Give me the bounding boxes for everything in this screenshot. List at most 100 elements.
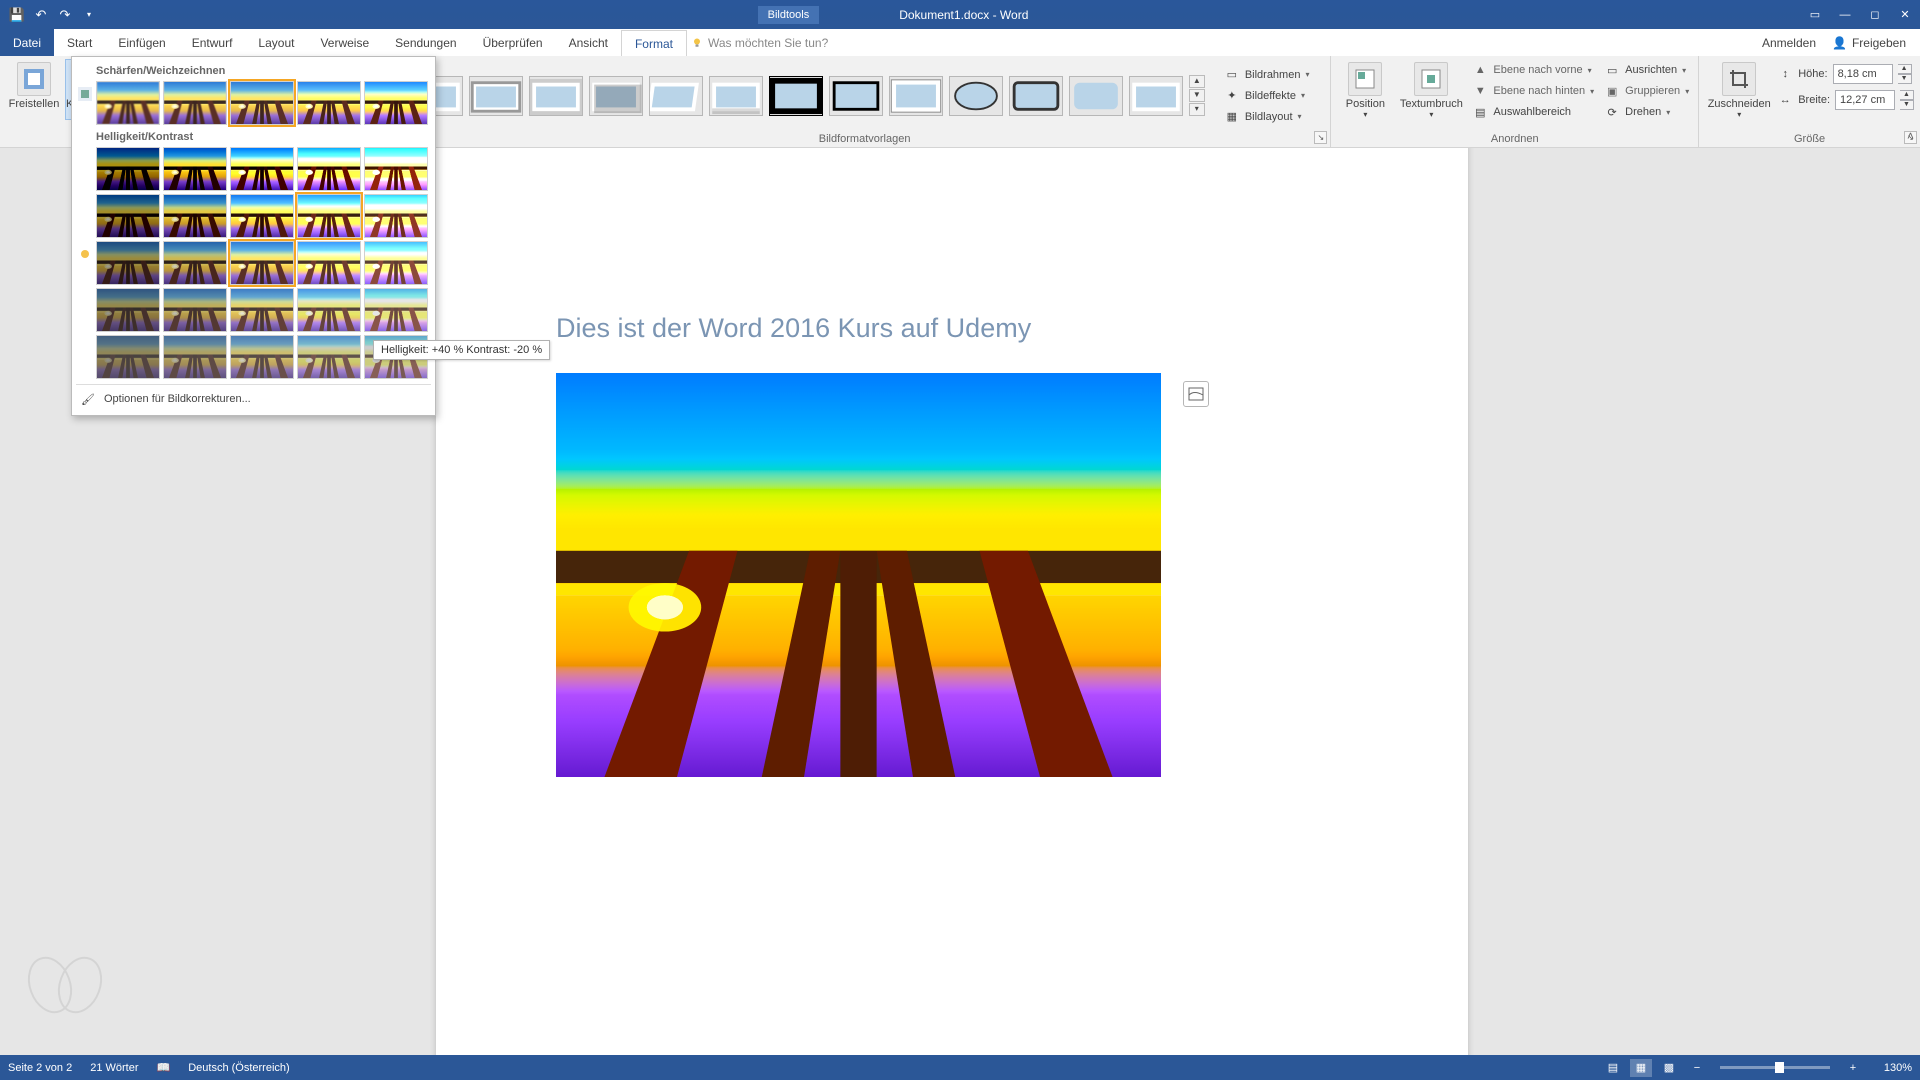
print-layout-icon[interactable]: ▦ bbox=[1630, 1059, 1652, 1077]
picture-corrections-options[interactable]: 🖌 Optionen für Bildkorrekturen... bbox=[76, 384, 431, 413]
share-button[interactable]: 👤 Freigeben bbox=[1832, 36, 1906, 50]
correction-thumb[interactable] bbox=[163, 81, 227, 125]
undo-icon[interactable]: ↶ bbox=[30, 4, 52, 26]
correction-thumb[interactable] bbox=[297, 241, 361, 285]
width-field[interactable]: ↔ Breite: 12,27 cm ▲▼ bbox=[1777, 90, 1914, 110]
correction-thumb[interactable] bbox=[230, 335, 294, 379]
redo-icon[interactable]: ↷ bbox=[54, 4, 76, 26]
correction-thumb[interactable] bbox=[364, 288, 428, 332]
tab-start[interactable]: Start bbox=[54, 29, 105, 56]
zoom-value[interactable]: 130% bbox=[1870, 1062, 1912, 1074]
style-thumb[interactable] bbox=[889, 76, 943, 116]
tab-file[interactable]: Datei bbox=[0, 29, 54, 56]
close-icon[interactable]: ✕ bbox=[1890, 0, 1920, 29]
height-input[interactable]: 8,18 cm bbox=[1833, 64, 1893, 84]
style-thumb[interactable] bbox=[649, 76, 703, 116]
tab-review[interactable]: Überprüfen bbox=[470, 29, 556, 56]
save-icon[interactable]: 💾 bbox=[6, 4, 28, 26]
height-field[interactable]: ↕ Höhe: 8,18 cm ▲▼ bbox=[1777, 64, 1914, 84]
correction-thumb[interactable] bbox=[163, 147, 227, 191]
style-thumb[interactable] bbox=[769, 76, 823, 116]
correction-thumb[interactable] bbox=[297, 194, 361, 238]
picture-styles-gallery[interactable]: ▲ ▼ ▾ bbox=[405, 71, 1209, 120]
correction-thumb[interactable] bbox=[297, 81, 361, 125]
style-thumb[interactable] bbox=[829, 76, 883, 116]
styles-scroll-up[interactable]: ▲ bbox=[1189, 75, 1205, 88]
correction-thumb[interactable] bbox=[96, 241, 160, 285]
correction-thumb[interactable] bbox=[96, 194, 160, 238]
zoom-out-button[interactable]: − bbox=[1686, 1059, 1708, 1077]
tab-format[interactable]: Format bbox=[621, 30, 687, 57]
selection-pane-button[interactable]: ▤Auswahlbereich bbox=[1469, 102, 1597, 122]
headline-text[interactable]: Dies ist der Word 2016 Kurs auf Udemy bbox=[556, 313, 1031, 344]
correction-thumb[interactable] bbox=[230, 147, 294, 191]
send-backward-button[interactable]: ▼Ebene nach hinten bbox=[1469, 81, 1597, 101]
remove-background-button[interactable]: Freistellen bbox=[6, 60, 62, 110]
tab-view[interactable]: Ansicht bbox=[556, 29, 621, 56]
status-language[interactable]: Deutsch (Österreich) bbox=[188, 1062, 289, 1074]
zoom-in-button[interactable]: + bbox=[1842, 1059, 1864, 1077]
correction-thumb[interactable] bbox=[364, 81, 428, 125]
minimize-icon[interactable]: — bbox=[1830, 0, 1860, 29]
correction-thumb[interactable] bbox=[96, 147, 160, 191]
styles-more[interactable]: ▾ bbox=[1189, 103, 1205, 116]
style-thumb[interactable] bbox=[1129, 76, 1183, 116]
ribbon-display-icon[interactable]: ▭ bbox=[1800, 0, 1830, 29]
height-spinner[interactable]: ▲▼ bbox=[1898, 64, 1912, 84]
page[interactable]: Dies ist der Word 2016 Kurs auf Udemy bbox=[436, 148, 1468, 1055]
tab-design[interactable]: Entwurf bbox=[179, 29, 246, 56]
maximize-icon[interactable]: ◻ bbox=[1860, 0, 1890, 29]
correction-thumb[interactable] bbox=[297, 335, 361, 379]
style-thumb[interactable] bbox=[529, 76, 583, 116]
style-thumb[interactable] bbox=[589, 76, 643, 116]
correction-thumb[interactable] bbox=[96, 288, 160, 332]
picture-effects-button[interactable]: ✦Bildeffekte bbox=[1221, 86, 1313, 106]
correction-thumb[interactable] bbox=[364, 194, 428, 238]
tab-insert[interactable]: Einfügen bbox=[105, 29, 178, 56]
qat-customize-icon[interactable] bbox=[78, 4, 100, 26]
wrap-text-button[interactable]: Textumbruch▾ bbox=[1397, 60, 1465, 119]
group-button[interactable]: ▣Gruppieren bbox=[1601, 81, 1692, 101]
correction-thumb[interactable] bbox=[163, 288, 227, 332]
style-thumb[interactable] bbox=[709, 76, 763, 116]
correction-thumb[interactable] bbox=[297, 147, 361, 191]
correction-thumb[interactable] bbox=[96, 81, 160, 125]
tell-me-box[interactable]: Was möchten Sie tun? bbox=[691, 29, 828, 56]
correction-thumb[interactable] bbox=[230, 241, 294, 285]
bring-forward-button[interactable]: ▲Ebene nach vorne bbox=[1469, 60, 1597, 80]
selected-image[interactable] bbox=[556, 373, 1161, 777]
web-layout-icon[interactable]: ▩ bbox=[1658, 1059, 1680, 1077]
style-thumb[interactable] bbox=[469, 76, 523, 116]
zoom-slider[interactable] bbox=[1720, 1066, 1830, 1069]
style-thumb[interactable] bbox=[1009, 76, 1063, 116]
collapse-ribbon-icon[interactable]: ˄ bbox=[1907, 129, 1914, 143]
styles-scroll-down[interactable]: ▼ bbox=[1189, 89, 1205, 102]
correction-thumb[interactable] bbox=[364, 241, 428, 285]
correction-thumb[interactable] bbox=[163, 241, 227, 285]
correction-thumb[interactable] bbox=[96, 335, 160, 379]
layout-options-chip[interactable] bbox=[1183, 381, 1209, 407]
correction-thumb[interactable] bbox=[230, 81, 294, 125]
tab-layout[interactable]: Layout bbox=[245, 29, 307, 56]
correction-thumb[interactable] bbox=[230, 194, 294, 238]
correction-thumb[interactable] bbox=[163, 194, 227, 238]
crop-button[interactable]: Zuschneiden▾ bbox=[1705, 60, 1773, 119]
style-thumb[interactable] bbox=[949, 76, 1003, 116]
width-spinner[interactable]: ▲▼ bbox=[1900, 90, 1914, 110]
tab-mailings[interactable]: Sendungen bbox=[382, 29, 469, 56]
correction-thumb[interactable] bbox=[230, 288, 294, 332]
tab-references[interactable]: Verweise bbox=[307, 29, 382, 56]
correction-thumb[interactable] bbox=[163, 335, 227, 379]
signin-link[interactable]: Anmelden bbox=[1762, 36, 1816, 50]
rotate-button[interactable]: ⟳Drehen bbox=[1601, 102, 1692, 122]
align-button[interactable]: ▭Ausrichten bbox=[1601, 60, 1692, 80]
styles-launcher[interactable]: ↘ bbox=[1314, 131, 1327, 144]
status-page[interactable]: Seite 2 von 2 bbox=[8, 1062, 72, 1074]
correction-thumb[interactable] bbox=[364, 147, 428, 191]
status-proofing-icon[interactable]: 📖 bbox=[157, 1061, 171, 1074]
width-input[interactable]: 12,27 cm bbox=[1835, 90, 1895, 110]
position-button[interactable]: Position▾ bbox=[1337, 60, 1393, 119]
style-thumb[interactable] bbox=[1069, 76, 1123, 116]
read-mode-icon[interactable]: ▤ bbox=[1602, 1059, 1624, 1077]
picture-layout-button[interactable]: ▦Bildlayout bbox=[1221, 107, 1313, 127]
